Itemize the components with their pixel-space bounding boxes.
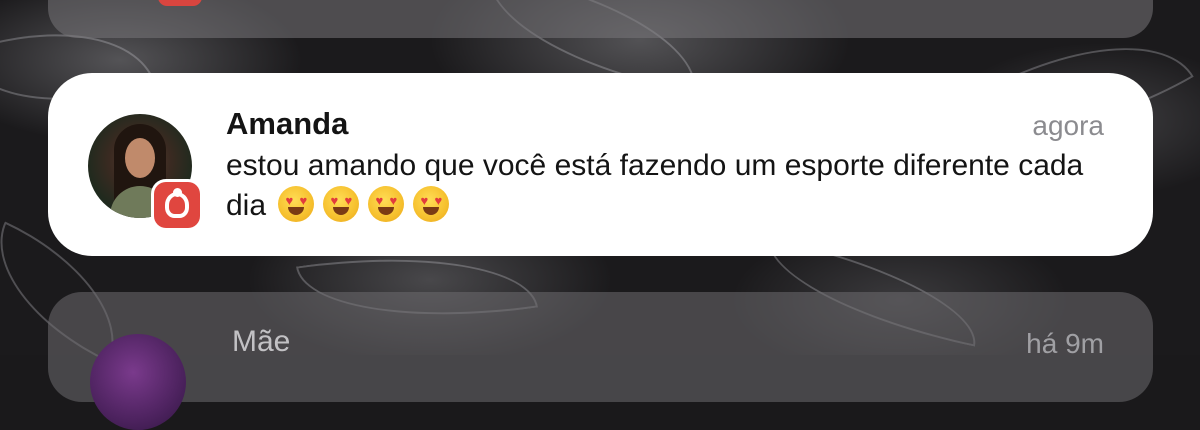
notification-sender: Mãe <box>232 325 291 358</box>
notification-sender: Amanda <box>226 106 349 141</box>
app-badge-icon <box>158 0 202 6</box>
notification-message: estou amando que você está fazendo um es… <box>226 146 1106 226</box>
app-badge-icon <box>154 182 200 228</box>
sender-avatar <box>90 334 186 430</box>
notification-time: agora <box>1032 110 1104 141</box>
heart-eyes-emoji: ♥ ♥ <box>323 186 360 222</box>
heart-eyes-emoji: ♥ ♥ <box>278 186 315 222</box>
notification-card-next[interactable] <box>48 292 1153 402</box>
heart-eyes-emoji: ♥ ♥ <box>413 186 450 222</box>
emoji-row: ♥ ♥ ♥ ♥ ♥ ♥ ♥ ♥ <box>278 186 458 222</box>
heart-eyes-emoji: ♥ ♥ <box>368 186 405 222</box>
notification-time: há 9m <box>1026 328 1104 359</box>
notification-card-previous[interactable] <box>48 0 1153 38</box>
